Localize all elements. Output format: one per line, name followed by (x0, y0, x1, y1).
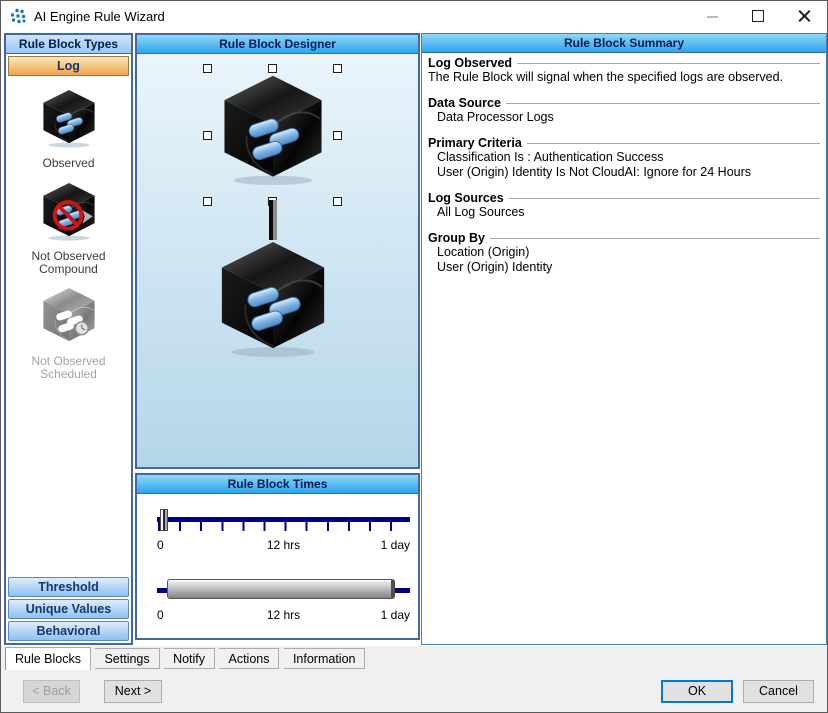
next-button[interactable]: Next > (104, 680, 162, 703)
section-title: Data Source (428, 96, 501, 110)
section-divider (489, 237, 820, 239)
not-observed-compound-cube-icon (39, 180, 99, 242)
tick-label: 12 hrs (266, 538, 301, 552)
ai-engine-rule-wizard-window: AI Engine Rule Wizard Rule Block Types L… (0, 0, 828, 713)
section-title: Log Observed (428, 56, 513, 70)
selection-handle[interactable] (203, 64, 212, 73)
threshold-category-button[interactable]: Threshold (8, 577, 129, 597)
minimize-icon (707, 16, 718, 18)
section-title: Log Sources (428, 191, 504, 205)
log-category-button[interactable]: Log (8, 56, 129, 76)
section-line: All Log Sources (437, 205, 525, 219)
rule-type-label: Not Observed Compound (31, 249, 106, 276)
rule-block-designer-panel: Rule Block Designer (135, 33, 420, 469)
rule-type-label: Observed (42, 156, 95, 170)
tab-actions[interactable]: Actions (219, 648, 280, 669)
summary-section-log-observed: Log Observed The Rule Block will signal … (428, 56, 820, 85)
time-slider-point[interactable]: 0 12 hrs 1 day (137, 508, 418, 564)
rule-block-summary-panel: Rule Block Summary Log Observed The Rule… (421, 33, 827, 645)
close-button[interactable] (781, 1, 827, 32)
rule-category-buttons: Threshold Unique Values Behavioral (8, 575, 129, 641)
time-slider-range[interactable]: 0 12 hrs 1 day (137, 572, 418, 628)
tick-label: 0 (157, 608, 164, 622)
section-line: User (Origin) Identity (437, 260, 553, 274)
range-slider-bar[interactable] (167, 579, 395, 599)
behavioral-category-button[interactable]: Behavioral (8, 621, 129, 641)
back-button[interactable]: < Back (23, 680, 80, 703)
section-divider (508, 197, 820, 199)
rule-block-summary-header: Rule Block Summary (422, 34, 826, 53)
ok-button[interactable]: OK (661, 680, 733, 703)
section-line: The Rule Block will signal when the spec… (428, 70, 784, 84)
slider-labels: 0 12 hrs 1 day (157, 538, 410, 552)
tab-settings[interactable]: Settings (95, 648, 160, 669)
minimize-button[interactable] (689, 1, 735, 32)
slider-thumb[interactable] (160, 509, 168, 531)
selection-handle[interactable] (333, 64, 342, 73)
section-divider (505, 102, 820, 104)
tick-label: 0 (157, 538, 164, 552)
rule-block-types-panel: Rule Block Types Log Observed Not Observ… (4, 33, 133, 645)
tab-notify[interactable]: Notify (164, 648, 216, 669)
summary-section-group-by: Group By Location (Origin) User (Origin)… (428, 231, 820, 275)
summary-body: Log Observed The Rule Block will signal … (422, 53, 826, 275)
selection-handle[interactable] (333, 197, 342, 206)
maximize-icon (752, 10, 764, 22)
selection-handle[interactable] (203, 131, 212, 140)
section-line: User (Origin) Identity Is Not CloudAI: I… (437, 165, 752, 179)
unique-values-category-button[interactable]: Unique Values (8, 599, 129, 619)
tick-label: 12 hrs (266, 608, 301, 622)
section-title: Primary Criteria (428, 136, 522, 150)
section-line: Location (Origin) (437, 245, 530, 259)
summary-section-log-sources: Log Sources All Log Sources (428, 191, 820, 220)
block-connector-line (269, 200, 277, 240)
rule-block-times-panel: Rule Block Times 0 12 hrs 1 day 0 12 hrs… (135, 473, 420, 640)
rule-type-observed[interactable]: Observed (6, 87, 131, 170)
observed-cube-icon (39, 87, 99, 149)
rule-block-types-header: Rule Block Types (6, 35, 131, 54)
rule-type-not-observed-scheduled[interactable]: Not Observed Scheduled (6, 285, 131, 381)
section-title: Group By (428, 231, 485, 245)
window-controls (689, 1, 827, 32)
rule-block-node-selected[interactable] (217, 70, 329, 188)
rule-type-not-observed-compound[interactable]: Not Observed Compound (6, 180, 131, 276)
app-logo-icon (10, 8, 26, 24)
titlebar: AI Engine Rule Wizard (1, 1, 827, 32)
rule-type-label: Not Observed Scheduled (31, 354, 106, 381)
slider-labels: 0 12 hrs 1 day (157, 608, 410, 622)
wizard-tabstrip: Rule Blocks Settings Notify Actions Info… (1, 646, 827, 671)
section-line: Data Processor Logs (437, 110, 554, 124)
selection-handle[interactable] (333, 131, 342, 140)
tab-rule-blocks[interactable]: Rule Blocks (5, 647, 91, 671)
summary-section-data-source: Data Source Data Processor Logs (428, 96, 820, 125)
tab-information[interactable]: Information (283, 648, 366, 669)
cancel-button[interactable]: Cancel (743, 680, 814, 703)
selection-handle[interactable] (203, 197, 212, 206)
section-divider (526, 142, 820, 144)
window-title: AI Engine Rule Wizard (34, 9, 165, 24)
section-line: Classification Is : Authentication Succe… (437, 150, 664, 164)
rule-block-times-header: Rule Block Times (137, 475, 418, 494)
footer-bar: < Back Next > OK Cancel (1, 670, 827, 712)
section-divider (517, 62, 820, 64)
summary-section-primary-criteria: Primary Criteria Classification Is : Aut… (428, 136, 820, 180)
slider-ticks (158, 522, 410, 531)
tick-label: 1 day (380, 608, 410, 622)
maximize-button[interactable] (735, 1, 781, 32)
designer-canvas[interactable] (137, 54, 418, 467)
not-observed-scheduled-cube-icon (39, 285, 99, 347)
rule-block-designer-header: Rule Block Designer (137, 35, 418, 54)
rule-block-node[interactable] (214, 236, 332, 360)
tick-label: 1 day (380, 538, 410, 552)
